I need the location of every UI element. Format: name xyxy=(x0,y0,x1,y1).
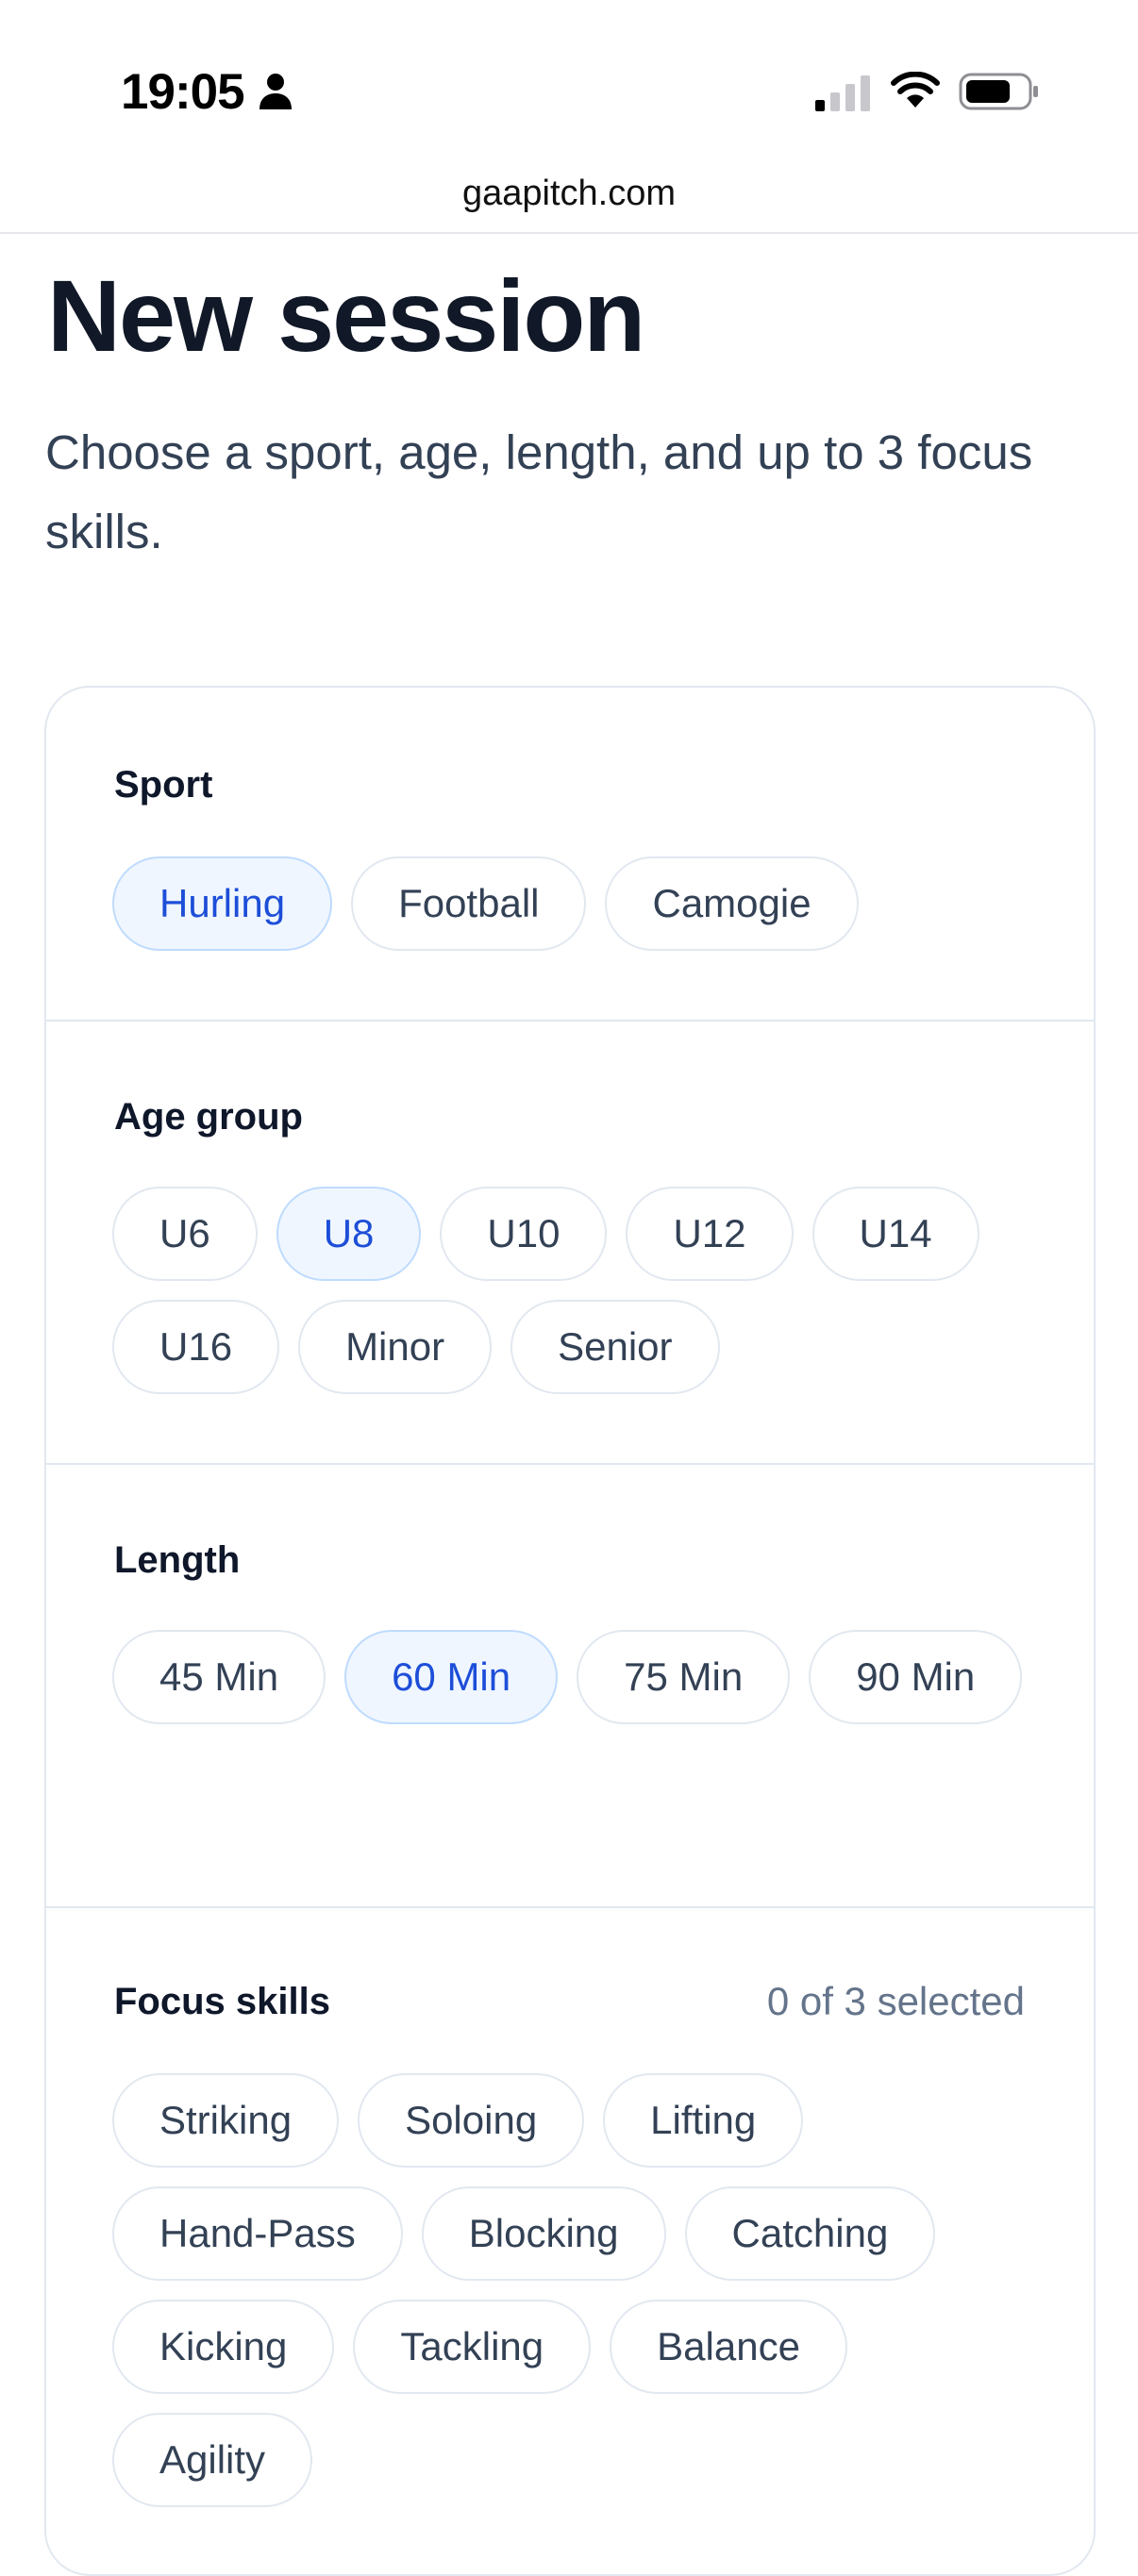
sport-section: Sport Hurling Football Camogie xyxy=(46,688,1094,1022)
age-group-options: U6 U8 U10 U12 U14 U16 Minor Senior xyxy=(112,1187,1056,1394)
age-group-chip-u6[interactable]: U6 xyxy=(112,1187,258,1281)
status-bar: 19:05 gaapitch.com xyxy=(0,0,1138,234)
length-chip-75-min[interactable]: 75 Min xyxy=(577,1630,791,1724)
length-label: Length xyxy=(114,1539,241,1581)
focus-skills-chip-agility[interactable]: Agility xyxy=(112,2413,313,2507)
page-title: New session xyxy=(47,258,645,373)
battery-icon xyxy=(959,73,1038,110)
age-group-label: Age group xyxy=(114,1096,303,1138)
focus-skills-chip-balance[interactable]: Balance xyxy=(610,2300,847,2394)
sport-chip-football[interactable]: Football xyxy=(351,856,587,951)
status-time: 19:05 xyxy=(121,64,245,120)
page-subtitle: Choose a sport, age, length, and up to 3… xyxy=(45,425,1033,558)
focus-skills-chip-blocking[interactable]: Blocking xyxy=(421,2186,666,2281)
sport-chip-camogie[interactable]: Camogie xyxy=(605,856,859,951)
session-options-card: Sport Hurling Football Camogie Age group U… xyxy=(44,686,1096,2576)
age-group-chip-u10[interactable]: U10 xyxy=(440,1187,608,1281)
focus-skills-chip-catching[interactable]: Catching xyxy=(684,2186,936,2281)
length-chip-90-min[interactable]: 90 Min xyxy=(809,1630,1023,1724)
address-bar-url[interactable]: gaapitch.com xyxy=(0,170,1138,217)
age-group-chip-u14[interactable]: U14 xyxy=(812,1187,979,1281)
focus-skills-count: 0 of 3 selected xyxy=(766,1979,1025,2023)
sport-label: Sport xyxy=(114,764,213,806)
length-section: Length 45 Min 60 Min 75 Min 90 Min xyxy=(46,1463,1094,1908)
age-group-chip-u8[interactable]: U8 xyxy=(276,1187,422,1281)
age-group-chip-senior[interactable]: Senior xyxy=(510,1300,720,1394)
focus-skills-chip-lifting[interactable]: Lifting xyxy=(603,2073,804,2168)
focus-skills-chip-tackling[interactable]: Tackling xyxy=(353,2300,592,2394)
focus-skills-chip-soloing[interactable]: Soloing xyxy=(358,2073,585,2168)
focus-skills-chip-hand-pass[interactable]: Hand-Pass xyxy=(112,2186,403,2281)
sport-chip-hurling[interactable]: Hurling xyxy=(112,856,333,951)
person-icon xyxy=(259,74,292,109)
focus-skills-options: Striking Soloing Lifting Hand-Pass Blocking C… xyxy=(112,2073,1056,2507)
age-group-chip-u16[interactable]: U16 xyxy=(112,1300,280,1394)
length-chip-60-min[interactable]: 60 Min xyxy=(344,1630,559,1724)
cellular-signal-icon xyxy=(815,75,870,111)
age-group-chip-u12[interactable]: U12 xyxy=(626,1187,794,1281)
wifi-icon xyxy=(891,72,940,108)
focus-skills-chip-striking[interactable]: Striking xyxy=(112,2073,340,2168)
age-group-chip-minor[interactable]: Minor xyxy=(298,1300,493,1394)
focus-skills-section: Focus skills 0 of 3 selected Striking Sol… xyxy=(46,1906,1094,2567)
age-group-section: Age group U6 U8 U10 U12 U14 U16 Minor Senior xyxy=(46,1020,1094,1465)
length-options: 45 Min 60 Min 75 Min 90 Min xyxy=(112,1630,1056,1724)
sport-options: Hurling Football Camogie xyxy=(112,856,1056,951)
address-bar-divider xyxy=(0,232,1138,234)
length-chip-45-min[interactable]: 45 Min xyxy=(112,1630,326,1724)
focus-skills-chip-kicking[interactable]: Kicking xyxy=(112,2300,335,2394)
focus-skills-label: Focus skills xyxy=(114,1981,330,2022)
